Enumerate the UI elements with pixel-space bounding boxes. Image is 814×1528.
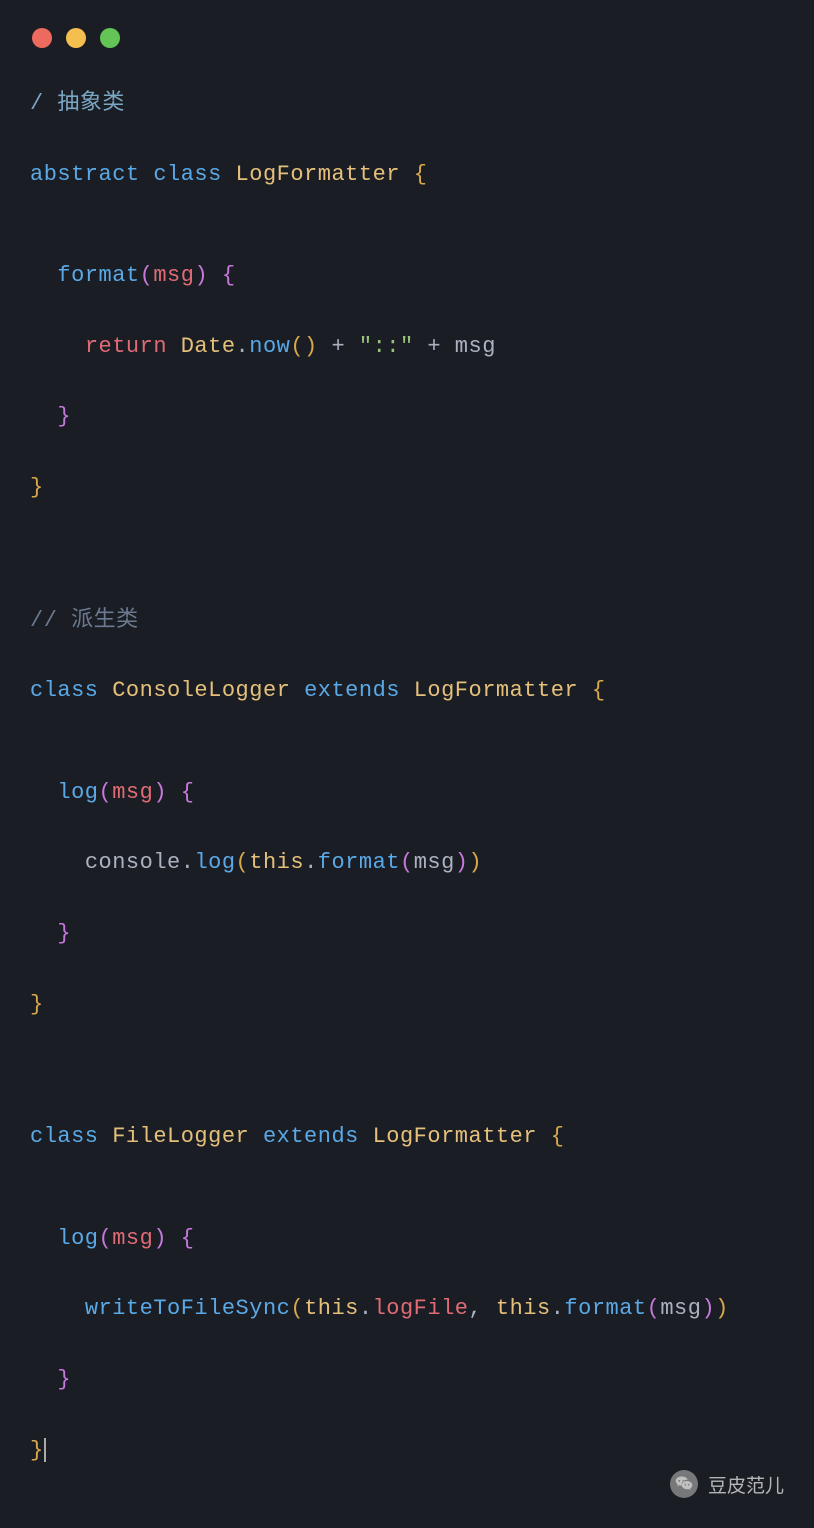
code-line: return Date.now() + "::" + msg — [30, 327, 784, 367]
code-line: abstract class LogFormatter { — [30, 155, 784, 195]
code-line: } — [30, 1431, 784, 1471]
code-line: } — [30, 397, 784, 437]
code-line: console.log(this.format(msg)) — [30, 843, 784, 883]
watermark: 豆皮范儿 — [670, 1470, 784, 1498]
code-line: log(msg) { — [30, 773, 784, 813]
code-editor[interactable]: / 抽象类 abstract class LogFormatter { form… — [0, 68, 814, 1486]
code-line: class FileLogger extends LogFormatter { — [30, 1117, 784, 1157]
code-line: } — [30, 468, 784, 508]
code-line: } — [30, 985, 784, 1025]
close-dot[interactable] — [32, 28, 52, 48]
code-line: format(msg) { — [30, 256, 784, 296]
minimize-dot[interactable] — [66, 28, 86, 48]
maximize-dot[interactable] — [100, 28, 120, 48]
text-cursor — [44, 1438, 46, 1462]
code-line: log(msg) { — [30, 1219, 784, 1259]
code-line: } — [30, 1360, 784, 1400]
window-controls — [0, 0, 814, 68]
code-line: } — [30, 914, 784, 954]
code-line-comment: / 抽象类 — [30, 84, 784, 124]
watermark-label: 豆皮范儿 — [708, 1471, 784, 1498]
code-line: writeToFileSync(this.logFile, this.forma… — [30, 1289, 784, 1329]
code-line: class ConsoleLogger extends LogFormatter… — [30, 671, 784, 711]
code-line-comment: // 派生类 — [30, 601, 784, 641]
wechat-icon — [670, 1470, 698, 1498]
